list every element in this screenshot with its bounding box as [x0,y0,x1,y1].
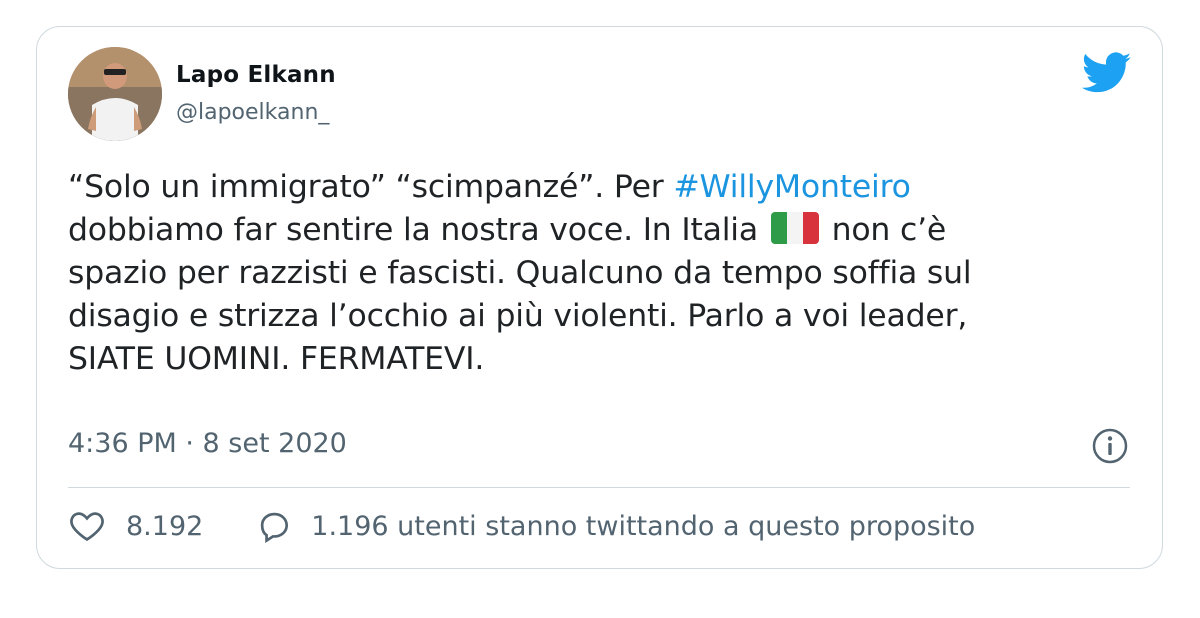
tweet-text: “Solo un immigrato” “scimpanzé”. Per #Wi… [68,166,1088,381]
tweet-timestamp[interactable]: 4:36 PM · 8 set 2020 [68,428,347,459]
reply-link[interactable]: 1.196 utenti stanno twittando a questo p… [255,507,975,545]
avatar[interactable] [68,47,162,141]
reply-text: 1.196 utenti stanno twittando a questo p… [311,510,976,542]
tweet-text-segment: dobbiamo far sentire la nostra voce. In … [68,212,768,248]
tweet-text-segment: “Solo un immigrato” “scimpanzé”. Per [68,169,674,205]
italy-flag-icon [770,212,819,244]
speech-bubble-icon [261,512,289,544]
hashtag-link[interactable]: #WillyMonteiro [673,169,911,205]
like-count: 8.192 [126,510,204,542]
heart-icon [70,512,104,542]
author-name[interactable]: Lapo Elkann [176,62,336,88]
author-handle[interactable]: @lapoelkann_ [176,100,329,125]
like-button[interactable]: 8.192 [68,507,255,545]
tweet-text-segment: non c’è [821,212,947,248]
tweet-actions: 8.192 1.196 utenti stanno twittando a qu… [68,506,975,546]
twitter-bird-icon[interactable] [1081,52,1132,94]
tweet-line-2: dobbiamo far sentire la nostra voce. In … [68,209,1088,252]
tweet-line-4: disagio e strizza l’occhio ai più violen… [68,298,968,334]
divider [68,487,1130,488]
info-icon[interactable] [1091,427,1129,465]
tweet-line-5: SIATE UOMINI. FERMATEVI. [68,341,485,377]
tweet-line-1: “Solo un immigrato” “scimpanzé”. Per #Wi… [68,166,1088,209]
tweet-line-3: spazio per razzisti e fascisti. Qualcuno… [68,255,972,291]
